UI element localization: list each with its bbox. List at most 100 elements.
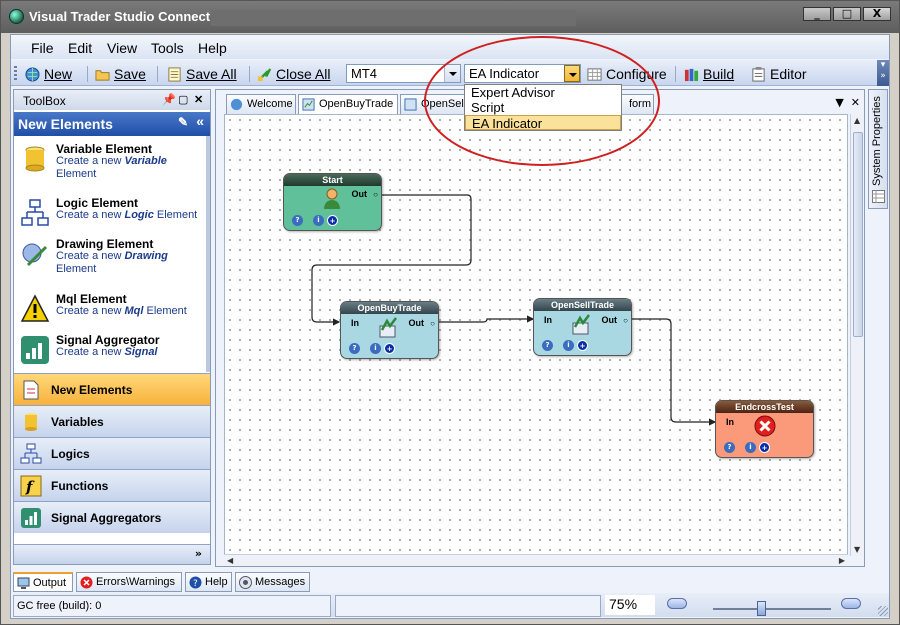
maximize-button[interactable]: □ [833,7,861,21]
scroll-left-icon[interactable]: ◀ [227,556,233,565]
toolbox-item-drawing[interactable]: Drawing Element Create a new Drawing Ele… [14,233,210,285]
chart-icon [404,98,417,111]
help-icon[interactable]: ? [724,442,735,453]
books-icon [684,68,699,81]
scroll-down-icon[interactable]: ▼ [854,545,860,554]
signal-bars-icon [21,336,49,364]
scroll-thumb[interactable] [853,132,863,337]
info-icon[interactable]: i [370,343,381,354]
close-doc-icon[interactable]: ✕ [851,96,860,109]
grid-icon [872,190,885,203]
toolbar-grip[interactable] [14,66,17,82]
collapse-icon[interactable]: « [196,113,204,129]
zoom-out-button[interactable] [667,598,687,609]
tab-messages[interactable]: Messages [235,572,310,592]
node-start[interactable]: Start Out ○ ? i + [283,173,382,231]
toolbox-item-variable[interactable]: Variable Element Create a new Variable E… [14,138,210,190]
new-elements-header: New Elements ✎ « [14,112,210,136]
node-openbuytrade[interactable]: OpenBuyTrade In Out ○ ? i + [340,301,439,359]
toolbar-overflow-button[interactable]: ▾» [877,60,889,86]
out-connector-icon[interactable]: ○ [430,319,435,328]
group-variables[interactable]: Variables [14,405,210,437]
globe-icon [25,66,40,82]
float-icon[interactable]: ▢ [178,93,188,106]
workflow-canvas[interactable]: Start Out ○ ? i + OpenBuyTrade In Out ○ [224,114,848,556]
drawing-icon [22,243,48,267]
document-area: Welcome OpenBuyTrade OpenSell form ▼ ✕ S… [215,89,865,567]
add-icon[interactable]: + [577,340,588,351]
menu-edit[interactable]: Edit [68,40,92,56]
canvas-hscrollbar[interactable]: ◀ ▶ [224,554,848,566]
group-logics[interactable]: Logics [14,437,210,469]
help-icon[interactable]: ? [542,340,553,351]
help-icon[interactable]: ? [292,215,303,226]
minimize-button[interactable]: _ [803,7,831,21]
port-out: Out [351,189,368,199]
menu-help[interactable]: Help [198,40,227,56]
configure-button[interactable]: Configure [587,64,667,84]
flowchart-icon [21,199,49,226]
save-button[interactable]: Save [95,64,146,84]
zoom-slider[interactable] [713,601,831,616]
scroll-up-icon[interactable]: ▲ [854,116,860,125]
build-button[interactable]: Build [684,64,734,84]
group-functions[interactable]: f Functions [14,469,210,501]
close-button[interactable]: X [863,7,891,21]
out-connector-icon[interactable]: ○ [373,190,378,199]
person-icon [324,188,340,209]
pin-icon[interactable]: 📌 [162,93,176,106]
close-all-button[interactable]: Close All [257,64,330,84]
node-opensell[interactable]: OpenSellTrade In Out ○ ? i + [533,298,632,356]
option-ea-indicator[interactable]: EA Indicator [465,115,621,131]
folder-icon [95,69,110,81]
out-connector-icon[interactable]: ○ [623,316,628,325]
chevron-down-icon[interactable] [564,65,580,82]
resize-grip[interactable] [878,606,888,616]
cylinder-icon [25,146,45,172]
type-combo[interactable]: EA Indicator [464,64,581,83]
tab-output[interactable]: Output [13,572,73,592]
close-icon[interactable]: ✕ [194,93,203,106]
add-icon[interactable]: + [327,215,338,226]
add-icon[interactable]: + [384,343,395,354]
info-icon[interactable]: i [745,442,756,453]
title-bar[interactable]: Visual Trader Studio Connect _ □ X [1,1,899,33]
eraser-icon[interactable]: ✎ [178,115,188,129]
option-expert-advisor[interactable]: Expert Advisor [465,85,621,100]
info-icon[interactable]: i [313,215,324,226]
save-all-button[interactable]: Save All [167,64,237,84]
canvas-vscrollbar[interactable]: ▲ ▼ [850,114,864,556]
zoom-in-button[interactable] [841,598,861,609]
tab-errors-warnings[interactable]: Errors\Warnings [76,572,182,592]
help-icon[interactable]: ? [349,343,360,354]
status-panel [335,595,601,617]
notepad-icon [168,66,181,82]
toolbox-scrollbar[interactable] [206,136,210,372]
zoom-slider-knob[interactable] [756,601,766,616]
tab-welcome[interactable]: Welcome [226,94,296,114]
group-signal-aggregators[interactable]: Signal Aggregators [14,501,210,533]
client-area: File Edit View Tools Help New Save Save … [10,34,890,619]
tab-openbuytrade[interactable]: OpenBuyTrade [298,94,398,114]
toolbox-item-signal-aggregator[interactable]: Signal Aggregator Create a new Signal [14,329,210,373]
node-endcrosstest[interactable]: EndcrossTest In ? i + [715,400,814,458]
info-icon[interactable]: i [563,340,574,351]
menu-view[interactable]: View [107,40,137,56]
editor-button[interactable]: Editor [751,64,807,84]
type-dropdown-list: Expert Advisor Script EA Indicator [464,84,622,131]
tab-opensell[interactable]: OpenSell [400,94,466,114]
add-icon[interactable]: + [759,442,770,453]
expand-icon[interactable]: » [195,547,202,560]
toolbox-header: ToolBox 📌 ▢ ✕ [14,90,210,110]
scroll-right-icon[interactable]: ▶ [839,556,845,565]
group-new-elements[interactable]: New Elements [14,373,210,405]
system-properties-tab[interactable]: System Properties [868,89,888,209]
tab-help[interactable]: ? Help [185,572,232,592]
tab-list-icon[interactable]: ▼ [835,96,843,109]
platform-combo[interactable]: MT4 [346,64,461,83]
menu-file[interactable]: File [31,40,54,56]
chevron-down-icon[interactable] [444,65,460,82]
new-button[interactable]: New [25,64,72,84]
option-script[interactable]: Script [465,100,621,115]
menu-tools[interactable]: Tools [151,40,184,56]
